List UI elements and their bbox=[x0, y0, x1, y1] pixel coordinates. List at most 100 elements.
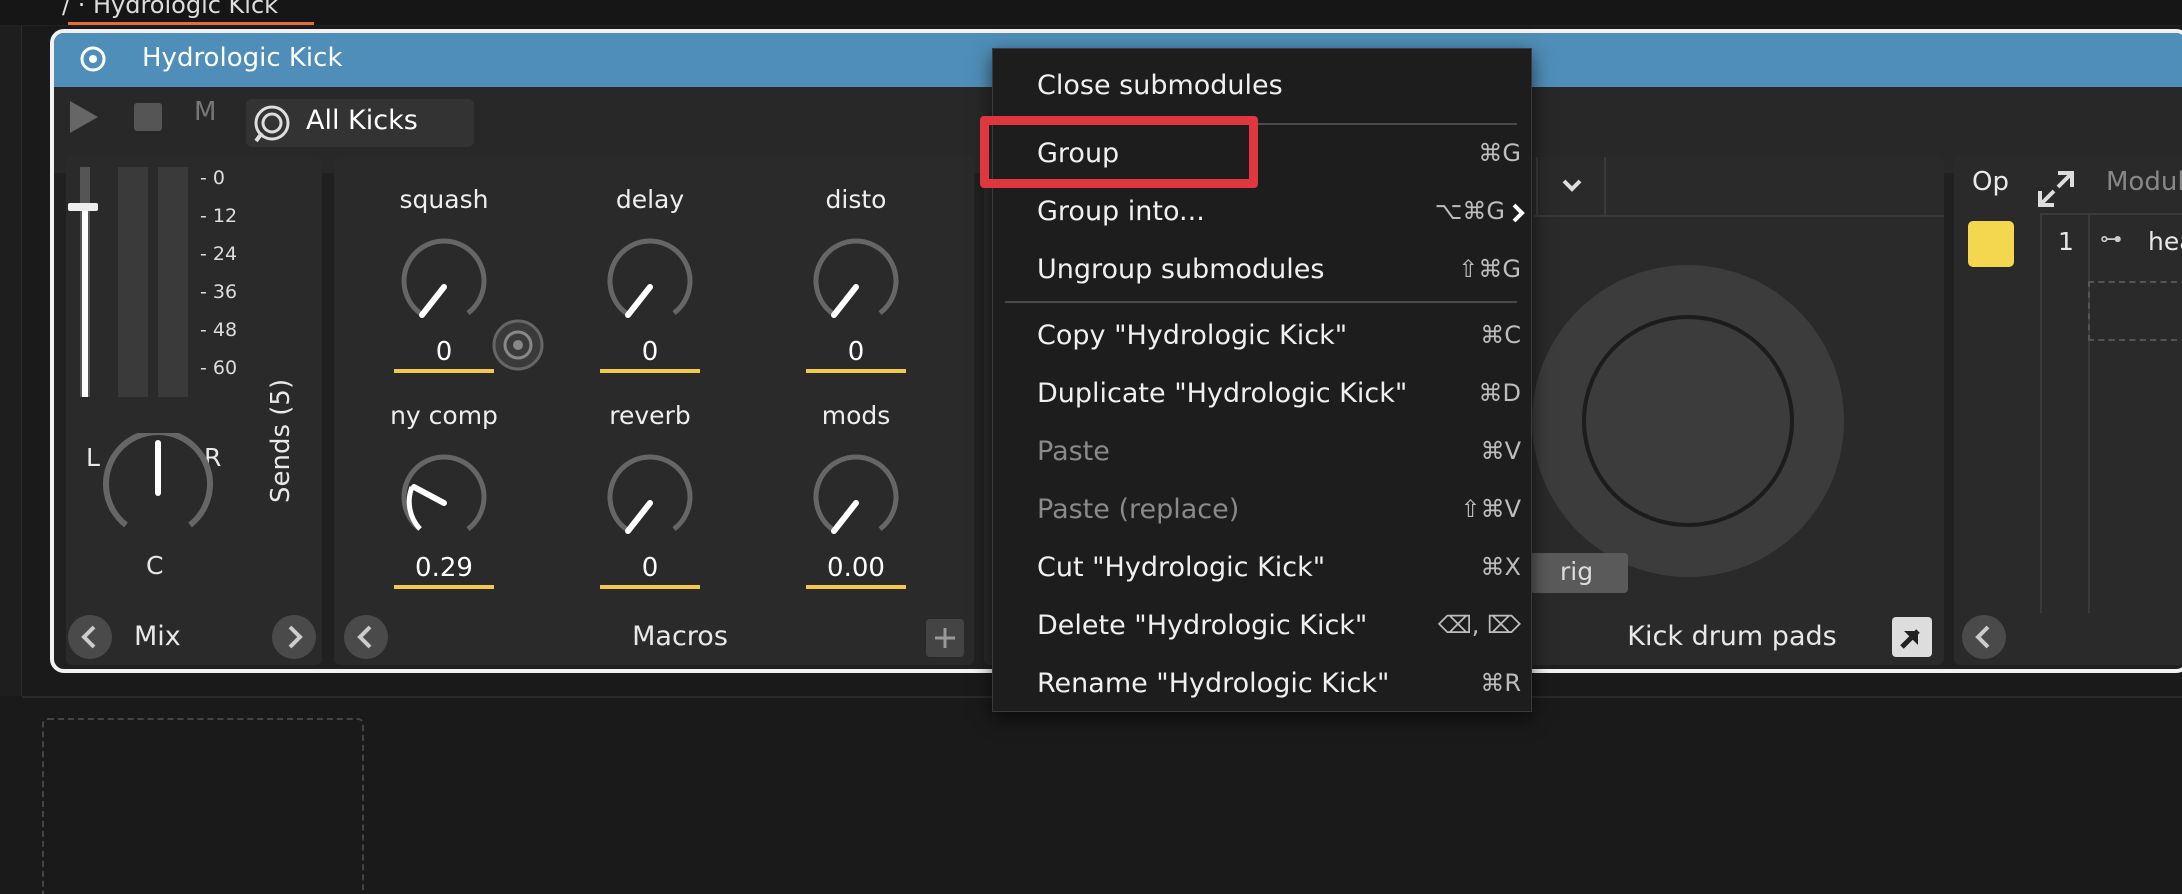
volume-fader-handle[interactable] bbox=[68, 203, 98, 211]
macro-value-bar bbox=[394, 585, 494, 589]
menu-item-shortcut: ⇧⌘G bbox=[1458, 255, 1521, 283]
play-button[interactable] bbox=[66, 99, 100, 135]
meter-tick: - 48 bbox=[200, 319, 238, 341]
menu-item-shortcut: ⇧⌘V bbox=[1460, 495, 1521, 523]
menu-item-paste[interactable]: Paste ⌘V bbox=[993, 427, 1533, 479]
module-row-name[interactable]: hea bbox=[2148, 227, 2182, 256]
macro-value-bar bbox=[394, 369, 494, 373]
device-title: Hydrologic Kick bbox=[142, 43, 343, 73]
menu-item-shortcut: ⌘C bbox=[1480, 321, 1521, 349]
menu-item-label: Copy "Hydrologic Kick" bbox=[1037, 320, 1348, 351]
macros-collapse-button[interactable] bbox=[344, 615, 388, 659]
mix-collapse-button[interactable] bbox=[68, 615, 112, 659]
rig-badge[interactable]: rig bbox=[1530, 553, 1628, 593]
macro-value: 0.00 bbox=[827, 553, 885, 583]
macro-label: squash bbox=[399, 185, 489, 214]
menu-item-shortcut: ⌘R bbox=[1480, 669, 1521, 697]
menu-item-label: Close submodules bbox=[1037, 70, 1283, 101]
macro-value: 0 bbox=[641, 337, 659, 367]
menu-item-group-into[interactable]: Group into... ⌥⌘G bbox=[993, 187, 1533, 239]
op-label: Op bbox=[1972, 167, 2009, 197]
modules-header: Modul bbox=[2106, 167, 2182, 197]
pads-panel-label: Kick drum pads bbox=[1627, 621, 1837, 652]
submenu-chevron-icon bbox=[1509, 201, 1527, 225]
menu-item-label: Group into... bbox=[1037, 196, 1205, 227]
macro-knob-ny-comp[interactable] bbox=[394, 453, 494, 553]
preset-name: All Kicks bbox=[306, 105, 418, 136]
left-gutter bbox=[0, 26, 22, 696]
menu-item-shortcut: ⌘D bbox=[1478, 379, 1521, 407]
kick-drum-pad-inner bbox=[1582, 315, 1794, 527]
macro-value: 0.29 bbox=[415, 553, 473, 583]
expand-icon[interactable] bbox=[2036, 169, 2076, 209]
macro-value-bar bbox=[600, 585, 700, 589]
macro-label: mods bbox=[821, 401, 891, 430]
sends-expand-button[interactable] bbox=[272, 615, 316, 659]
meter-tick: - 12 bbox=[200, 205, 238, 227]
highlight-annotation bbox=[980, 116, 1258, 188]
volume-fader-level bbox=[82, 209, 88, 397]
preset-icon bbox=[252, 103, 292, 143]
macro-value-bar bbox=[806, 369, 906, 373]
modules-list bbox=[2040, 213, 2182, 613]
menu-item-delete[interactable]: Delete "Hydrologic Kick" ⌫, ⌦ bbox=[993, 601, 1533, 653]
level-meter-left bbox=[118, 167, 148, 397]
macro-knob-mods[interactable] bbox=[806, 453, 906, 553]
meter-tick: - 60 bbox=[200, 357, 238, 379]
menu-item-copy[interactable]: Copy "Hydrologic Kick" ⌘C bbox=[993, 311, 1533, 363]
menu-item-shortcut: ⌘X bbox=[1480, 553, 1521, 581]
menu-item-rename[interactable]: Rename "Hydrologic Kick" ⌘R bbox=[993, 659, 1533, 711]
macro-value: 0 bbox=[435, 337, 453, 367]
macro-label: disto bbox=[825, 185, 887, 214]
menu-item-paste-replace[interactable]: Paste (replace) ⇧⌘V bbox=[993, 485, 1533, 537]
meter-tick: - 0 bbox=[200, 167, 225, 189]
macro-knob-squash[interactable] bbox=[394, 237, 494, 337]
op-color-swatch[interactable] bbox=[1968, 221, 2014, 267]
macro-knob-reverb[interactable] bbox=[600, 453, 700, 553]
tab-strip bbox=[0, 0, 2182, 26]
macro-label: reverb bbox=[609, 401, 691, 430]
menu-item-shortcut: ⌘V bbox=[1480, 437, 1521, 465]
meter-tick: - 36 bbox=[200, 281, 238, 303]
pan-knob[interactable] bbox=[98, 429, 218, 553]
device-icon bbox=[78, 44, 108, 74]
menu-item-label: Delete "Hydrologic Kick" bbox=[1037, 610, 1368, 641]
sends-label[interactable]: Sends (5) bbox=[266, 283, 306, 503]
menu-item-shortcut: ⌫, ⌦ bbox=[1437, 611, 1521, 639]
operators-collapse-button[interactable] bbox=[1962, 615, 2006, 659]
pan-center-label: C bbox=[146, 551, 164, 580]
menu-item-duplicate[interactable]: Duplicate "Hydrologic Kick" ⌘D bbox=[993, 369, 1533, 421]
macros-panel-label: Macros bbox=[632, 621, 728, 652]
breadcrumb[interactable]: / · Hydrologic Kick bbox=[62, 0, 278, 24]
module-row-number: 1 bbox=[2058, 227, 2074, 256]
modules-column-divider bbox=[2088, 213, 2090, 613]
menu-item-label: Cut "Hydrologic Kick" bbox=[1037, 552, 1326, 583]
menu-item-label: Ungroup submodules bbox=[1037, 254, 1325, 285]
module-link-icon: ⊶ bbox=[2100, 227, 2122, 252]
macro-label: delay bbox=[615, 185, 685, 214]
level-meter-right bbox=[158, 167, 188, 397]
mute-button[interactable]: M bbox=[194, 97, 216, 127]
open-external-button[interactable] bbox=[1892, 617, 1932, 657]
pads-dropdown[interactable] bbox=[1536, 157, 1606, 215]
macro-knob-disto[interactable] bbox=[806, 237, 906, 337]
menu-item-close-submodules[interactable]: Close submodules bbox=[993, 61, 1533, 113]
add-module-drop-zone[interactable] bbox=[42, 718, 364, 894]
menu-item-shortcut: ⌥⌘G bbox=[1434, 197, 1505, 225]
macro-value-bar bbox=[806, 585, 906, 589]
add-macro-button[interactable] bbox=[926, 619, 964, 657]
menu-item-cut[interactable]: Cut "Hydrologic Kick" ⌘X bbox=[993, 543, 1533, 595]
meter-tick: - 24 bbox=[200, 243, 238, 265]
macro-value: 0 bbox=[641, 553, 659, 583]
module-drop-zone[interactable] bbox=[2088, 281, 2182, 341]
pads-divider bbox=[1534, 215, 1944, 217]
modulation-target-icon[interactable] bbox=[490, 317, 546, 373]
menu-item-ungroup-submodules[interactable]: Ungroup submodules ⇧⌘G bbox=[993, 245, 1533, 297]
macro-knob-delay[interactable] bbox=[600, 237, 700, 337]
mix-panel-label: Mix bbox=[134, 621, 181, 652]
menu-item-label: Paste bbox=[1037, 436, 1110, 467]
meter-scale: - 0 - 12 - 24 - 36 - 48 - 60 bbox=[200, 167, 260, 407]
menu-item-label: Duplicate "Hydrologic Kick" bbox=[1037, 378, 1408, 409]
stop-button[interactable] bbox=[134, 103, 162, 131]
menu-item-label: Rename "Hydrologic Kick" bbox=[1037, 668, 1390, 699]
